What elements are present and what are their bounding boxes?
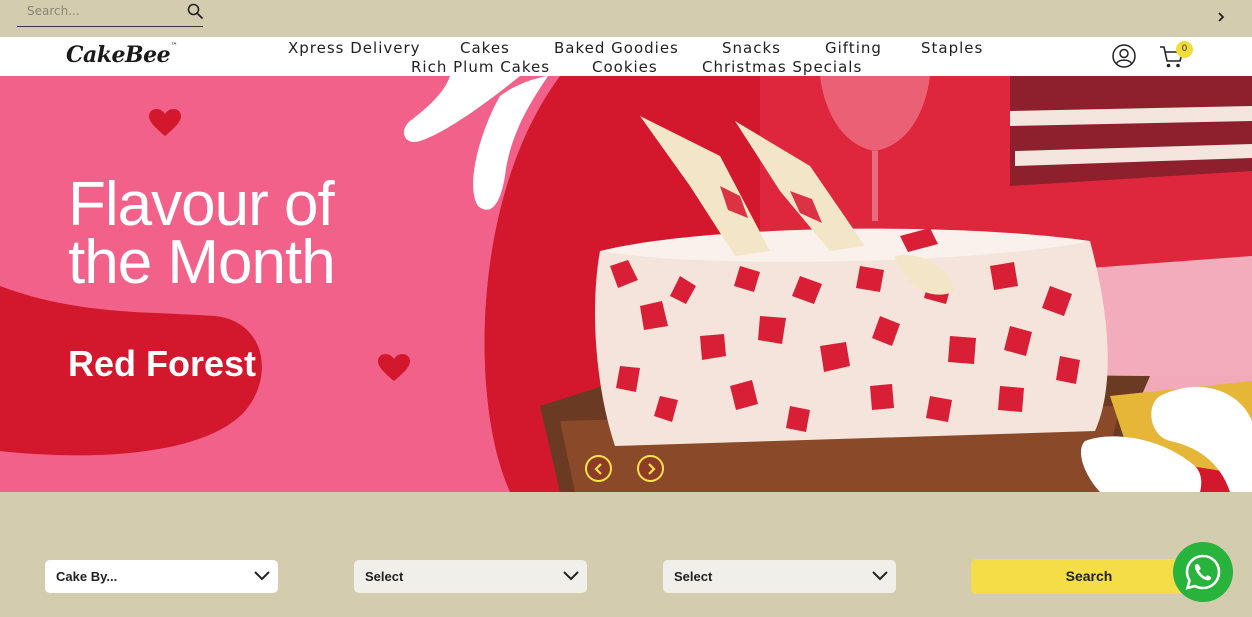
nav-cakes[interactable]: Cakes <box>460 39 510 57</box>
filter-select-2[interactable]: Select <box>354 560 587 593</box>
carousel-prev-button[interactable] <box>585 455 612 482</box>
main-nav: CakeBee™ Xpress Delivery Cakes Baked Goo… <box>0 37 1252 76</box>
chevron-down-icon <box>872 571 888 581</box>
filter-select-3[interactable]: Select <box>663 560 896 593</box>
chevron-down-icon <box>254 571 270 581</box>
filter-select-3-value: Select <box>674 569 713 584</box>
filter-search-button[interactable]: Search <box>971 559 1207 594</box>
nav-christmas-specials[interactable]: Christmas Specials <box>702 58 862 76</box>
chevron-right-icon <box>648 463 656 475</box>
search-input[interactable] <box>27 2 177 20</box>
cake-by-select-value: Cake By... <box>56 569 118 584</box>
heart-icon <box>149 109 181 136</box>
cart-count-badge: 0 <box>1176 41 1193 58</box>
logo-text: CakeBee <box>66 42 171 68</box>
nav-snacks[interactable]: Snacks <box>722 39 781 57</box>
logo-tm: ™ <box>171 42 177 49</box>
chevron-down-icon <box>563 571 579 581</box>
hero-banner: Flavour of the Month Red Forest <box>0 76 1252 492</box>
hero-subtitle: Red Forest <box>68 343 257 384</box>
nav-cookies[interactable]: Cookies <box>592 58 658 76</box>
nav-xpress-delivery[interactable]: Xpress Delivery <box>288 39 421 57</box>
search-icon[interactable] <box>187 3 203 19</box>
search-bar <box>17 0 203 27</box>
nav-rich-plum-cakes[interactable]: Rich Plum Cakes <box>411 58 550 76</box>
whatsapp-icon <box>1185 554 1221 590</box>
chevron-right-icon[interactable] <box>1215 9 1227 25</box>
nav-staples[interactable]: Staples <box>921 39 983 57</box>
top-bar <box>0 0 1252 37</box>
chevron-left-icon <box>594 463 602 475</box>
nav-gifting[interactable]: Gifting <box>825 39 882 57</box>
nav-baked-goodies[interactable]: Baked Goodies <box>554 39 679 57</box>
heart-icon <box>378 354 410 381</box>
whatsapp-button[interactable] <box>1173 542 1233 602</box>
cake-by-select[interactable]: Cake By... <box>45 560 278 593</box>
hero-title: Flavour of the Month <box>68 170 336 297</box>
cakebee-logo[interactable]: CakeBee™ <box>66 42 177 68</box>
carousel-next-button[interactable] <box>637 455 664 482</box>
filter-select-2-value: Select <box>365 569 404 584</box>
user-icon[interactable] <box>1112 44 1136 68</box>
